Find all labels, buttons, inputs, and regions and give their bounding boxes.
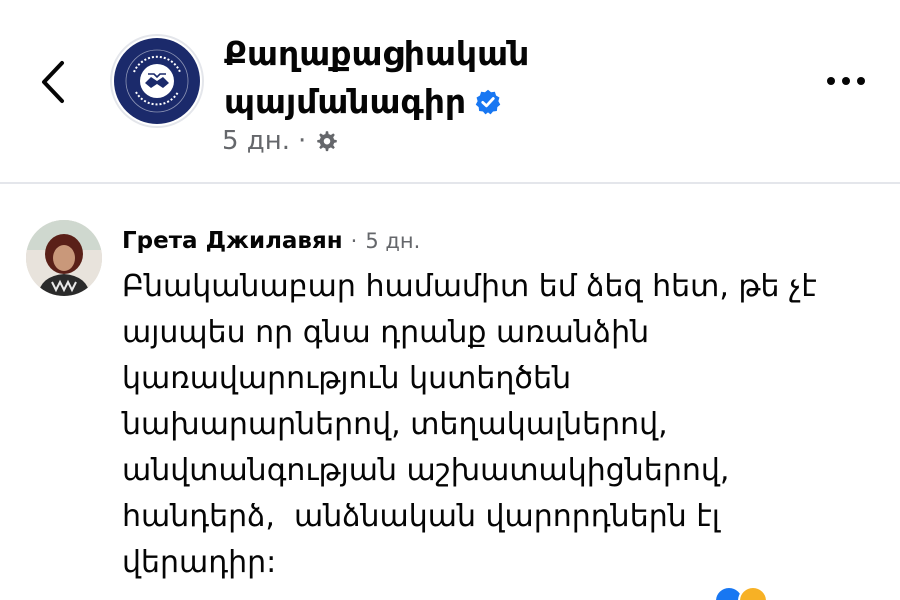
comment-line: կառավարություն կստեղծեն xyxy=(122,361,572,396)
comment-line: նախարարներով, տեղակալներով, xyxy=(122,407,668,442)
comment-time[interactable]: 5 дн. xyxy=(365,229,420,253)
divider xyxy=(0,182,900,184)
comment-header: Грета Джилавян · 5 дн. xyxy=(122,228,420,254)
post-view: Քաղաքացիական պայմանագիր 5 дн. · Грета Дж… xyxy=(0,0,900,600)
comment-separator: · xyxy=(350,229,358,253)
post-time[interactable]: 5 дн. xyxy=(222,126,290,156)
comment-line: Բնականաբար համամիտ եմ ձեզ հետ, թե չէ xyxy=(122,269,817,304)
comment-reactions[interactable] xyxy=(714,586,768,600)
verified-badge-icon xyxy=(475,89,501,115)
comment-line: այսպես որ գնա դրանք առանձին xyxy=(122,315,650,350)
comment-text: Բնականաբար համամիտ եմ ձեզ հետ, թե չէ այս… xyxy=(122,264,882,586)
comment-author[interactable]: Грета Джилавян xyxy=(122,228,343,254)
chevron-left-icon xyxy=(42,61,64,103)
care-reaction-icon xyxy=(738,586,768,600)
more-dot-icon xyxy=(842,77,850,85)
more-dot-icon xyxy=(857,77,865,85)
meta-separator: · xyxy=(298,126,307,156)
profile-photo xyxy=(26,220,102,296)
gear-icon xyxy=(317,131,338,152)
page-logo xyxy=(114,38,200,124)
comment-line: վերադիր: xyxy=(122,545,277,580)
comment: Грета Джилавян · 5 дн. Բնականաբար համամի… xyxy=(0,200,900,600)
back-button[interactable] xyxy=(28,52,78,112)
page-name[interactable]: Քաղաքացիական պայմանագիր xyxy=(224,30,744,126)
commenter-avatar[interactable] xyxy=(26,220,102,296)
more-options-button[interactable] xyxy=(818,58,874,104)
comment-line: հանդերձ, անձնական վարորդներն էլ xyxy=(122,499,720,534)
comment-line: անվտանգության աշխատակիցներով, xyxy=(122,453,730,488)
more-dot-icon xyxy=(827,77,835,85)
page-avatar[interactable] xyxy=(110,34,204,128)
page-name-line-1: Քաղաքացիական xyxy=(224,34,530,73)
post-meta: 5 дн. · xyxy=(222,126,340,156)
post-header: Քաղաքացիական պայմանագիր 5 дн. · xyxy=(0,0,900,184)
page-name-line-2: պայմանագիր xyxy=(224,78,744,126)
page-name-line-2-text: պայմանագիր xyxy=(224,82,467,121)
